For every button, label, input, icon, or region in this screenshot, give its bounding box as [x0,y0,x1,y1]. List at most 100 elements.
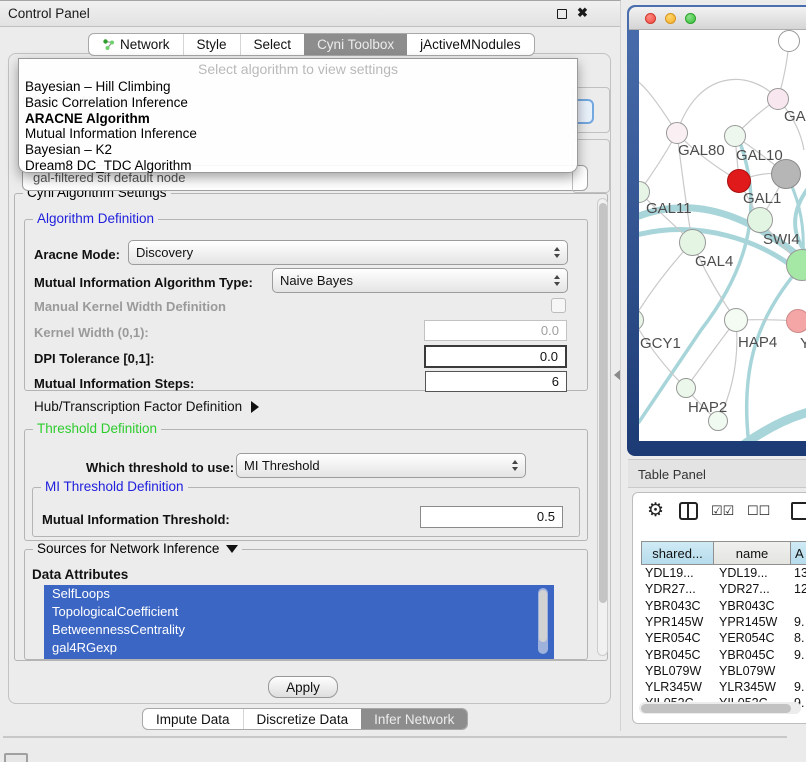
panel-splitter-handle[interactable] [614,370,620,380]
cell-shared-name: YBR045C [645,648,701,662]
network-node-salmon[interactable] [786,309,806,333]
network-canvas[interactable]: GAL GAL80 GAL10 GAL1 GAL11 SWI4 GAL4 GCY… [639,30,806,441]
hub-definition-label: Hub/Transcription Factor Definition [34,399,242,414]
mi-threshold-label: Mutual Information Threshold: [42,512,230,527]
popup-item-bayesian-hill-climbing[interactable]: Bayesian – Hill Climbing [19,79,577,95]
network-node-hap4[interactable] [724,308,748,332]
close-panel-icon[interactable]: ✖ [577,5,588,21]
aracne-mode-value: Discovery [136,245,193,260]
function-builder-icon[interactable] [791,502,806,520]
network-node-gal10[interactable] [724,125,746,147]
tab-infer-network[interactable]: Infer Network [361,709,467,729]
tab-jactivemnodules-label: jActiveMNodules [420,37,521,52]
cell-value: 9. [794,615,804,629]
list-item-topologicalcoefficient[interactable]: TopologicalCoefficient [44,603,554,621]
combo-stepper-icon [512,460,518,471]
bottom-divider [3,736,787,738]
network-node[interactable] [778,30,800,52]
tab-style[interactable]: Style [183,34,240,55]
mi-threshold-field[interactable]: 0.5 [420,506,563,528]
close-traffic-light-icon[interactable] [645,13,656,24]
combo-stepper-icon [554,275,560,286]
network-node-gal80[interactable] [666,122,688,144]
which-threshold-label: Which threshold to use: [86,460,234,475]
column-header-name[interactable]: name [714,541,791,565]
tab-jactivemnodules[interactable]: jActiveMNodules [407,34,534,55]
node-label-y: Y [800,335,806,352]
mi-type-combo[interactable]: Naive Bayes [272,268,568,293]
table-hscrollbar[interactable] [639,702,801,714]
popup-item-dream8[interactable]: Dream8 DC_TDC Algorithm [19,158,577,174]
popup-item-mutual-information[interactable]: Mutual Information Inference [19,126,577,142]
tab-impute-data-label: Impute Data [156,712,230,727]
node-label-hap2: HAP2 [688,399,727,416]
cell-shared-name: YPR145W [645,615,703,629]
tab-cyni-toolbox[interactable]: Cyni Toolbox [304,34,407,55]
mi-threshold-legend: MI Threshold Definition [41,479,188,494]
float-window-icon[interactable] [557,9,567,19]
network-node-gal4[interactable] [679,229,706,256]
network-node-gal1[interactable] [747,207,773,233]
settings-scrollbar-thumb[interactable] [599,203,607,603]
columns-icon[interactable] [679,502,698,520]
cell-value: 9. [794,680,804,694]
minimized-panel-icon[interactable] [4,753,28,762]
popup-item-basic-correlation[interactable]: Basic Correlation Inference [19,95,577,111]
sources-legend[interactable]: Sources for Network Inference [33,541,242,556]
network-window-titlebar[interactable] [629,7,806,30]
network-icon [102,38,115,51]
column-header-shared-name[interactable]: shared... [641,541,714,565]
cell-name: YBR043C [719,599,775,613]
apply-button[interactable]: Apply [268,676,338,698]
focused-combo-sliver[interactable] [576,99,594,124]
cell-shared-name: YDL19... [645,566,694,580]
tab-network[interactable]: Network [89,34,183,55]
popup-item-aracne[interactable]: ARACNE Algorithm [19,111,577,127]
tab-discretize-data[interactable]: Discretize Data [243,709,362,729]
network-node[interactable] [767,88,789,110]
manual-kernel-checkbox[interactable] [551,298,566,313]
list-item-selfloops[interactable]: SelfLoops [44,585,554,603]
dpi-tolerance-field[interactable]: 0.0 [424,345,567,368]
zoom-traffic-light-icon[interactable] [685,13,696,24]
list-item-gal4rgexp[interactable]: gal4RGexp [44,639,554,657]
which-threshold-combo[interactable]: MI Threshold [236,453,526,478]
tab-select[interactable]: Select [240,34,305,55]
aracne-mode-label: Aracne Mode: [34,247,120,262]
table-panel-title: Table Panel [638,467,706,482]
minimize-traffic-light-icon[interactable] [665,13,676,24]
data-attributes-list[interactable]: SelfLoops TopologicalCoefficient Between… [44,585,554,659]
column-header-partial[interactable]: A [791,541,806,565]
list-item-betweennesscentrality[interactable]: BetweennessCentrality [44,621,554,639]
table-hscrollbar-thumb[interactable] [641,704,791,713]
bottom-tabstrip: Impute Data Discretize Data Infer Networ… [142,708,468,730]
manual-kernel-label: Manual Kernel Width Definition [34,299,226,314]
gear-icon[interactable]: ⚙ [647,499,664,522]
mi-type-label: Mutual Information Algorithm Type: [34,275,253,290]
settings-scrollbar[interactable] [597,198,608,656]
list-scrollbar[interactable] [538,588,548,654]
cell-name: YDL19... [719,566,768,580]
sources-legend-label: Sources for Network Inference [37,541,219,556]
deselect-all-checkboxes-icon[interactable]: ☐☐ [747,503,770,519]
kernel-width-field[interactable]: 0.0 [424,320,567,341]
cell-name: YLR345W [719,680,776,694]
aracne-mode-combo[interactable]: Discovery [128,240,568,265]
expander-right-icon [251,401,259,413]
cell-shared-name: YBR043C [645,599,701,613]
node-label-gal4: GAL4 [695,253,733,270]
hub-definition-expander[interactable]: Hub/Transcription Factor Definition [34,399,259,414]
table-panel-titlebar: Table Panel [628,459,806,488]
cell-name: YBL079W [719,664,775,678]
popup-item-bayesian-k2[interactable]: Bayesian – K2 [19,142,577,158]
tab-discretize-data-label: Discretize Data [257,712,349,727]
network-node-hap2[interactable] [676,378,696,398]
threshold-definition-legend: Threshold Definition [33,421,161,436]
tab-impute-data[interactable]: Impute Data [143,709,243,729]
cell-shared-name: YER054C [645,631,701,645]
list-scrollbar-thumb[interactable] [539,590,547,642]
mi-steps-field[interactable]: 6 [425,371,567,392]
algorithm-dropdown-popup: Select algorithm to view settings Bayesi… [18,58,578,173]
tab-style-label: Style [197,37,227,52]
select-all-checkboxes-icon[interactable]: ☑☑ [711,503,734,519]
